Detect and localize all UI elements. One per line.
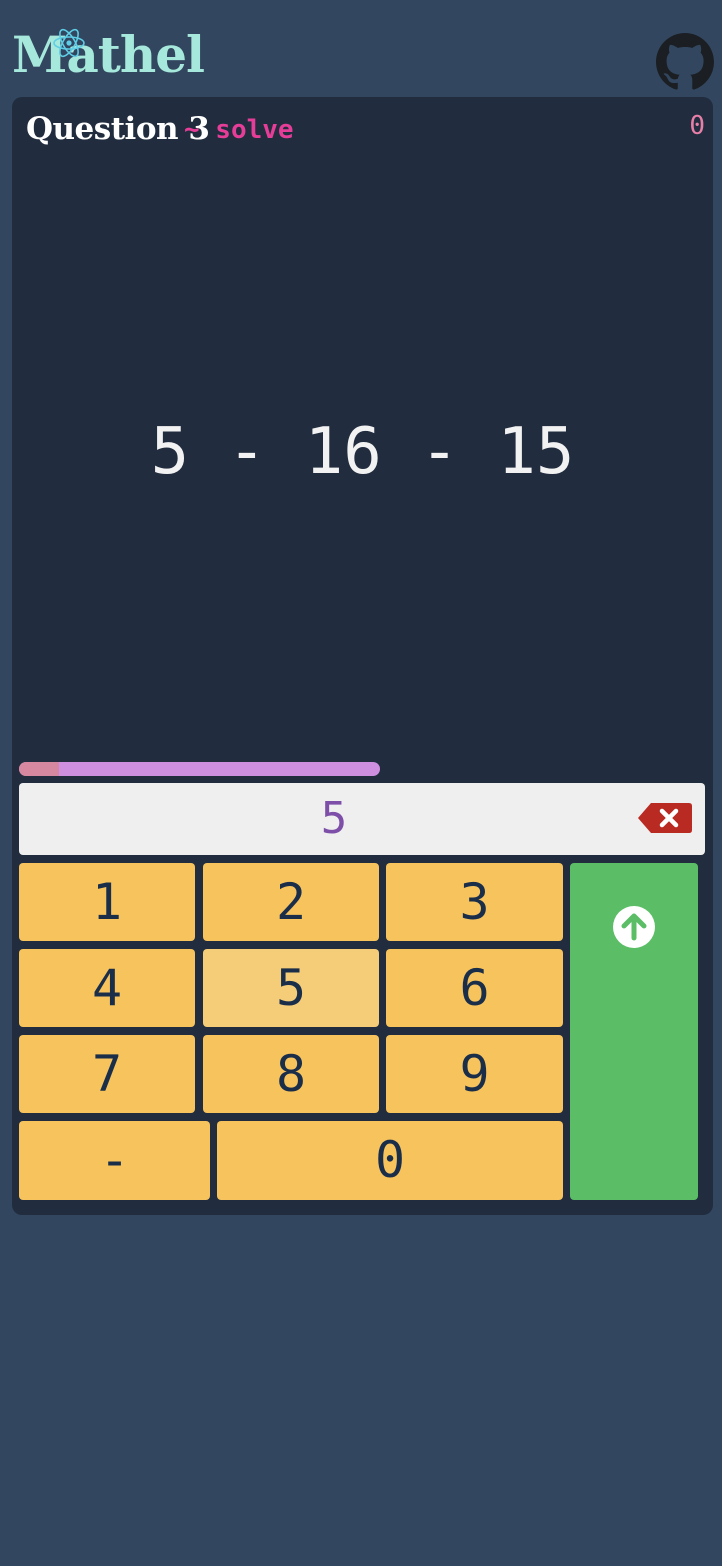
key-7[interactable]: 7 bbox=[19, 1035, 195, 1113]
backspace-icon[interactable] bbox=[637, 801, 693, 835]
arrow-up-circle-icon bbox=[613, 906, 655, 948]
timer-segment-start bbox=[19, 762, 59, 776]
answer-field[interactable]: 5 bbox=[19, 783, 705, 855]
app-logo[interactable]: Mathel bbox=[12, 30, 205, 80]
question-mode: ~ solve bbox=[184, 115, 294, 145]
key-4[interactable]: 4 bbox=[19, 949, 195, 1027]
key-2[interactable]: 2 bbox=[203, 863, 379, 941]
answer-value: 5 bbox=[320, 793, 348, 844]
key-minus[interactable]: - bbox=[19, 1121, 210, 1200]
key-0[interactable]: 0 bbox=[217, 1121, 563, 1200]
score-counter: 0 bbox=[689, 111, 705, 141]
question-title: Question 3 bbox=[26, 111, 210, 147]
timer-bar bbox=[19, 762, 380, 776]
key-1[interactable]: 1 bbox=[19, 863, 195, 941]
key-6[interactable]: 6 bbox=[386, 949, 563, 1027]
submit-button[interactable] bbox=[570, 863, 698, 1200]
github-icon[interactable] bbox=[656, 33, 714, 91]
key-3[interactable]: 3 bbox=[386, 863, 563, 941]
question-card: Question 3 ~ solve 0 5 - 16 - 15 5 1 2 3… bbox=[12, 97, 713, 1215]
app-header: Mathel bbox=[0, 0, 722, 97]
math-expression: 5 - 16 - 15 bbox=[150, 415, 575, 489]
atom-icon bbox=[53, 28, 85, 58]
key-5[interactable]: 5 bbox=[203, 949, 379, 1027]
key-9[interactable]: 9 bbox=[386, 1035, 563, 1113]
key-8[interactable]: 8 bbox=[203, 1035, 379, 1113]
